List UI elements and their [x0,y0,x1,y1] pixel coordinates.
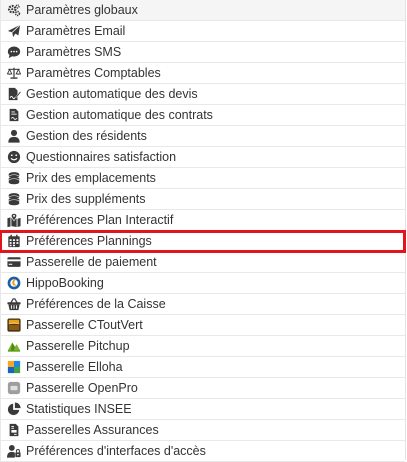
menu-item-label: Prix des emplacements [26,171,156,185]
coins-icon [6,191,22,207]
sms-bubble-icon [6,44,22,60]
menu-item-label: Préférences d'interfaces d'accès [26,444,206,458]
paper-plane-icon [6,23,22,39]
menu-item-label: Paramètres Email [26,24,126,38]
menu-item-label: Paramètres Comptables [26,66,161,80]
menu-item-label: Questionnaires satisfaction [26,150,177,164]
menu-item-passerelle-ctoutvert[interactable]: Passerelle CToutVert [0,315,405,336]
menu-item-preferences-caisse[interactable]: Préférences de la Caisse [0,294,405,315]
menu-item-gestion-contrats[interactable]: Gestion automatique des contrats [0,105,405,126]
menu-item-label: Passerelle OpenPro [26,381,138,395]
menu-item-label: Passerelle Elloha [26,360,123,374]
menu-item-label: Statistiques INSEE [26,402,132,416]
menu-item-label: Gestion des résidents [26,129,147,143]
menu-item-label: Paramètres globaux [26,3,138,17]
menu-item-questionnaires[interactable]: Questionnaires satisfaction [0,147,405,168]
settings-menu: Paramètres globaux Paramètres Email Para… [0,0,406,462]
calendar-icon [6,233,22,249]
menu-item-label: Prix des suppléments [26,192,146,206]
menu-item-label: Passerelle Pitchup [26,339,130,353]
user-lock-icon [6,443,22,459]
menu-item-label: Gestion automatique des devis [26,87,198,101]
menu-item-passerelle-openpro[interactable]: Passerelle OpenPro [0,378,405,399]
menu-item-label: Gestion automatique des contrats [26,108,213,122]
menu-item-parametres-sms[interactable]: Paramètres SMS [0,42,405,63]
menu-item-gestion-residents[interactable]: Gestion des résidents [0,126,405,147]
user-icon [6,128,22,144]
menu-item-passerelle-pitchup[interactable]: Passerelle Pitchup [0,336,405,357]
menu-item-plan-interactif[interactable]: Préférences Plan Interactif [0,210,405,231]
menu-item-prix-emplacements[interactable]: Prix des emplacements [0,168,405,189]
menu-item-label: Préférences de la Caisse [26,297,166,311]
menu-item-gestion-devis[interactable]: Gestion automatique des devis [0,84,405,105]
pie-chart-icon [6,401,22,417]
menu-item-passerelle-elloha[interactable]: Passerelle Elloha [0,357,405,378]
menu-item-parametres-globaux[interactable]: Paramètres globaux [0,0,405,21]
shopping-basket-icon [6,296,22,312]
pitchup-logo-icon [6,338,22,354]
coins-icon [6,170,22,186]
menu-item-label: Passerelle de paiement [26,255,157,269]
credit-card-icon [6,254,22,270]
openpro-logo-icon [6,380,22,396]
ctoutvert-logo-icon [6,317,22,333]
file-contract-icon [6,107,22,123]
menu-item-parametres-comptables[interactable]: Paramètres Comptables [0,63,405,84]
menu-item-label: Passerelles Assurances [26,423,159,437]
balance-scale-icon [6,65,22,81]
menu-item-passerelle-paiement[interactable]: Passerelle de paiement [0,252,405,273]
menu-item-hippobooking[interactable]: HippoBooking [0,273,405,294]
file-signature-icon [6,86,22,102]
menu-item-prix-supplements[interactable]: Prix des suppléments [0,189,405,210]
menu-item-label: Préférences Plan Interactif [26,213,174,227]
file-invoice-icon [6,422,22,438]
elloha-logo-icon [6,359,22,375]
gears-icon [6,2,22,18]
menu-item-parametres-email[interactable]: Paramètres Email [0,21,405,42]
menu-item-label: Passerelle CToutVert [26,318,143,332]
menu-item-interfaces-acces[interactable]: Préférences d'interfaces d'accès [0,441,405,462]
menu-item-statistiques-insee[interactable]: Statistiques INSEE [0,399,405,420]
map-marked-icon [6,212,22,228]
menu-item-label: Préférences Plannings [26,234,152,248]
hippobooking-logo-icon [6,275,22,291]
menu-item-passerelles-assurances[interactable]: Passerelles Assurances [0,420,405,441]
menu-item-label: Paramètres SMS [26,45,122,59]
menu-item-label: HippoBooking [26,276,104,290]
menu-item-preferences-plannings[interactable]: Préférences Plannings [0,230,406,253]
smile-icon [6,149,22,165]
